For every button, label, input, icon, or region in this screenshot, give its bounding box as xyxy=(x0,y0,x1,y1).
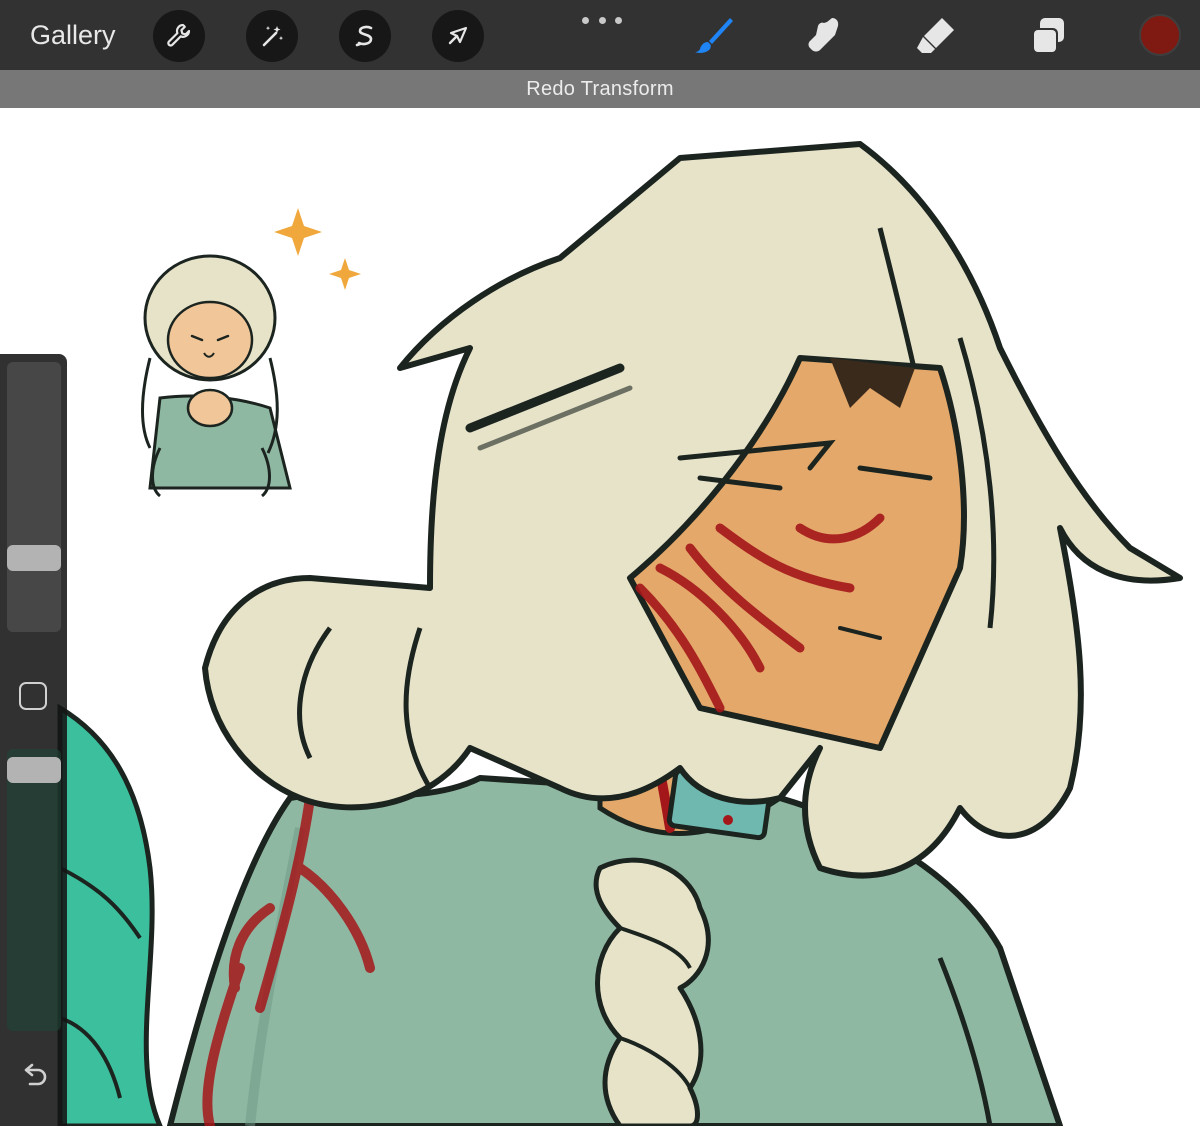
smudge-tool-button[interactable] xyxy=(800,12,848,60)
selection-s-icon xyxy=(355,25,373,47)
layers-icon xyxy=(1032,18,1064,54)
teal-character-fragment xyxy=(57,703,163,1126)
more-dots-icon[interactable] xyxy=(582,12,622,28)
selection-button[interactable] xyxy=(339,10,391,62)
square-icon[interactable] xyxy=(19,682,47,710)
color-picker-button[interactable] xyxy=(1139,14,1181,56)
smudge-finger-icon xyxy=(808,18,839,52)
brush-size-slider[interactable] xyxy=(7,362,61,632)
wrench-icon xyxy=(167,23,191,47)
arrow-cursor-icon xyxy=(448,26,468,45)
magic-wand-icon xyxy=(262,26,284,47)
drawing-canvas[interactable] xyxy=(0,108,1200,1126)
top-toolbar: Gallery xyxy=(0,0,1200,70)
adjustments-button[interactable] xyxy=(246,10,298,62)
chibi-sketch xyxy=(141,208,361,498)
left-sidebar xyxy=(0,354,67,1126)
undo-arrow-icon[interactable] xyxy=(18,1060,50,1092)
status-bar: Redo Transform xyxy=(0,70,1200,108)
eraser-icon xyxy=(917,18,954,53)
opacity-handle[interactable] xyxy=(7,756,61,783)
brush-icon xyxy=(695,18,733,53)
layers-button[interactable] xyxy=(1024,12,1072,60)
gallery-button[interactable]: Gallery xyxy=(30,18,116,52)
artwork xyxy=(57,141,1183,1126)
opacity-slider[interactable] xyxy=(7,749,61,1031)
hair xyxy=(202,141,1183,879)
eraser-tool-button[interactable] xyxy=(912,12,960,60)
status-message: Redo Transform xyxy=(526,77,674,100)
actions-button[interactable] xyxy=(153,10,205,62)
brush-size-handle[interactable] xyxy=(7,545,61,571)
brush-tool-button[interactable] xyxy=(690,12,738,60)
transform-button[interactable] xyxy=(432,10,484,62)
